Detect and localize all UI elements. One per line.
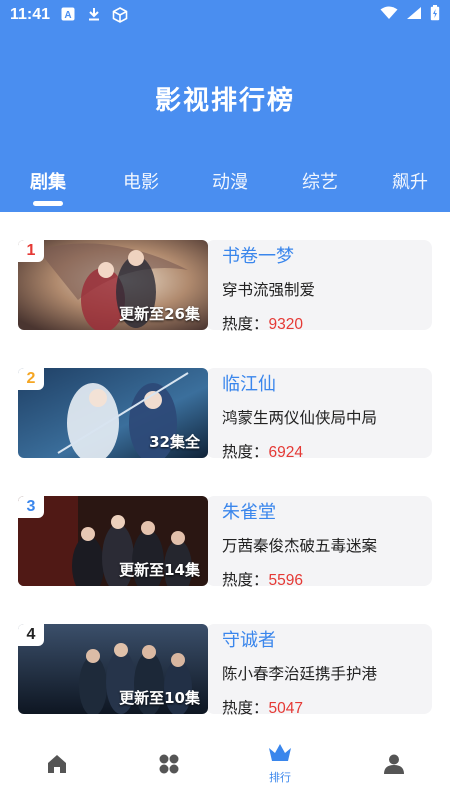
home-icon [45,752,69,780]
box-icon [112,7,128,23]
rank-badge: 2 [18,368,44,390]
tab-variety[interactable]: 综艺 [302,168,338,194]
header: 11:41 A 影视排行榜 剧集 电影 动漫 综艺 飙升 [0,0,450,212]
heat-label: 热度： [222,571,269,589]
rank-badge: 4 [18,624,44,646]
heat-value: 5596 [268,572,303,589]
heat-value: 9320 [268,316,303,333]
list-item[interactable]: 2 32集全 临江仙 鸿蒙生两仪仙侠局中局 热度：6924 [18,368,432,461]
drama-title[interactable]: 书卷一梦 [222,242,294,268]
tab-movies[interactable]: 电影 [123,168,159,194]
svg-text:A: A [64,10,71,21]
drama-description: 穿书流强制爱 [222,281,316,299]
status-bar: 11:41 A [0,0,450,30]
poster-thumbnail[interactable]: 1 更新至26集 [18,240,208,330]
crown-icon [267,742,293,768]
status-time: 11:41 [10,6,51,23]
poster-thumbnail[interactable]: 4 更新至10集 [18,624,208,714]
poster-thumbnail[interactable]: 3 更新至14集 [18,496,208,586]
nav-ranking-label: 排行 [269,771,291,784]
episode-badge: 更新至14集 [119,561,200,579]
drama-description: 陈小春李治廷携手护港 [222,665,378,683]
apps-icon [157,752,181,780]
person-icon [382,752,406,780]
bottom-nav: 排行 [0,740,450,800]
a-icon: A [60,7,76,23]
heat-label: 热度： [222,699,269,717]
episode-badge: 更新至10集 [119,689,200,707]
heat-value: 5047 [268,700,303,717]
drama-title[interactable]: 守诚者 [222,626,276,652]
heat-value: 6924 [268,444,303,461]
drama-title[interactable]: 临江仙 [222,370,276,396]
drama-description: 鸿蒙生两仪仙侠局中局 [222,409,378,427]
poster-thumbnail[interactable]: 2 32集全 [18,368,208,458]
list-item[interactable]: 4 更新至10集 守诚者 陈小春李治廷携手护港 热度：5047 [18,624,432,717]
heat-row: 热度：5047 [222,696,303,718]
tab-indicator [33,201,63,206]
heat-label: 热度： [222,315,269,333]
heat-row: 热度：5596 [222,568,303,590]
heat-row: 热度：9320 [222,312,303,334]
heat-label: 热度： [222,443,269,461]
rank-badge: 1 [18,240,44,262]
heat-row: 热度：6924 [222,440,303,462]
nav-ranking[interactable]: 排行 [260,742,300,784]
wifi-icon [380,6,398,24]
battery-icon [430,5,440,25]
signal-icon [406,6,422,24]
tab-episodes[interactable]: 剧集 [30,168,66,194]
nav-home[interactable] [37,752,77,792]
download-icon [86,7,102,23]
page-title: 影视排行榜 [154,86,295,116]
tab-anime[interactable]: 动漫 [212,168,248,194]
nav-profile[interactable] [374,752,414,792]
tab-rising[interactable]: 飙升 [392,168,428,194]
nav-apps[interactable] [149,752,189,792]
list-item[interactable]: 3 更新至14集 朱雀堂 万茜秦俊杰破五毒迷案 热度：5596 [18,496,432,589]
drama-description: 万茜秦俊杰破五毒迷案 [222,537,378,555]
tab-bar: 剧集 电影 动漫 综艺 飙升 [0,168,450,212]
drama-title[interactable]: 朱雀堂 [222,498,276,524]
episode-badge: 更新至26集 [119,305,200,323]
list-item[interactable]: 1 更新至26集 书卷一梦 穿书流强制爱 热度：9320 [18,240,432,333]
episode-badge: 32集全 [149,433,200,451]
rank-badge: 3 [18,496,44,518]
